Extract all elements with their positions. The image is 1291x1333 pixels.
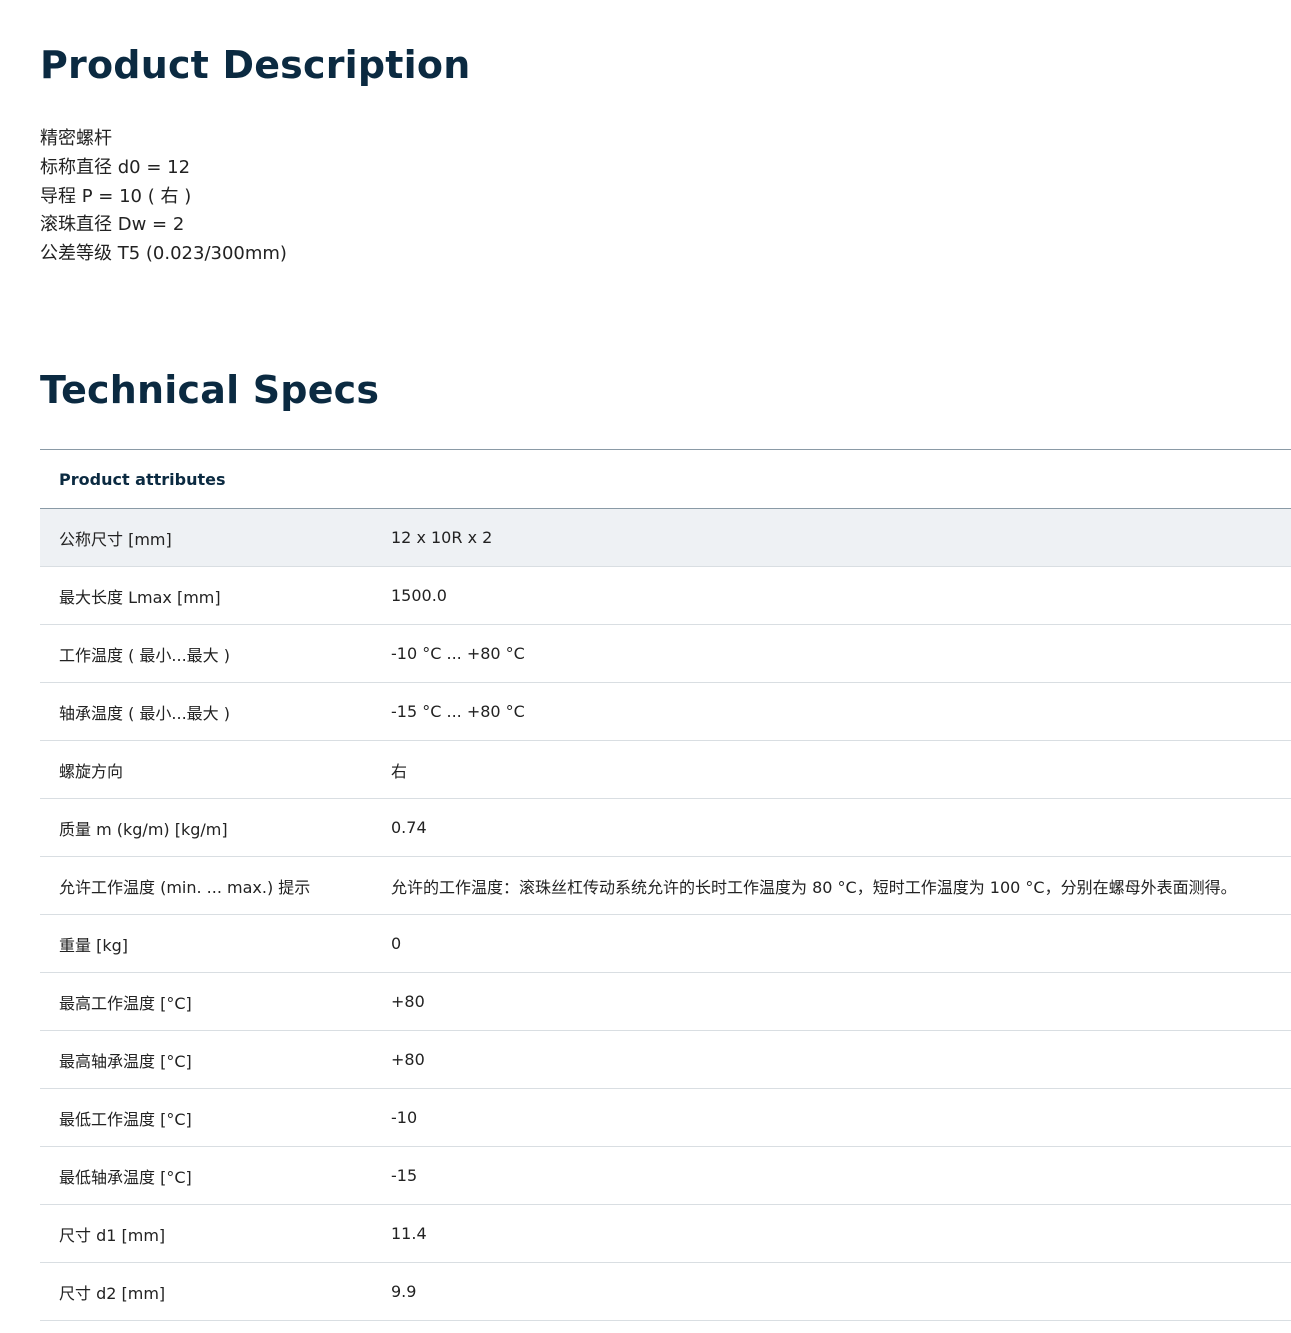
product-description-title: Product Description: [40, 43, 471, 87]
attribute-value: -10: [372, 1088, 1291, 1147]
attribute-name: 最低工作温度 [°C]: [40, 1088, 372, 1147]
attribute-name: 最高工作温度 [°C]: [40, 972, 372, 1031]
table-row: 允许工作温度 (min. ... max.) 提示 允许的工作温度：滚珠丝杠传动…: [40, 856, 1291, 915]
table-row: 公称尺寸 [mm] 12 x 10R x 2: [40, 508, 1291, 567]
attribute-value: +80: [372, 972, 1291, 1031]
attribute-name: 质量 m (kg/m) [kg/m]: [40, 798, 372, 857]
attribute-value: -15 °C ... +80 °C: [372, 682, 1291, 741]
attribute-value: 允许的工作温度：滚珠丝杠传动系统允许的长时工作温度为 80 °C，短时工作温度为…: [372, 856, 1291, 915]
table-row: 质量 m (kg/m) [kg/m] 0.74: [40, 798, 1291, 857]
table-row: 最低工作温度 [°C] -10: [40, 1088, 1291, 1147]
product-attributes-header: Product attributes: [40, 449, 1291, 509]
attribute-name: 公称尺寸 [mm]: [40, 508, 372, 567]
attribute-name: 允许工作温度 (min. ... max.) 提示: [40, 856, 372, 915]
attribute-name: 重量 [kg]: [40, 914, 372, 973]
table-row: 最高轴承温度 [°C] +80: [40, 1030, 1291, 1089]
description-line: 滚珠直径 Dw = 2: [40, 214, 185, 236]
attribute-value: 右: [372, 740, 1291, 799]
specs-table-header-row: Product attributes: [40, 449, 1291, 509]
table-row: 螺旋方向 右: [40, 740, 1291, 799]
attribute-value: 1500.0: [372, 566, 1291, 625]
specs-table: Product attributes 公称尺寸 [mm] 12 x 10R x …: [40, 449, 1291, 1321]
table-row: 最大长度 Lmax [mm] 1500.0: [40, 566, 1291, 625]
description-line: 精密螺杆: [40, 128, 112, 149]
table-row: 重量 [kg] 0: [40, 914, 1291, 973]
attribute-name: 尺寸 d1 [mm]: [40, 1204, 372, 1263]
technical-specs-title: Technical Specs: [40, 368, 380, 412]
attribute-value: 0: [372, 914, 1291, 973]
attribute-name: 轴承温度 ( 最小...最大 ): [40, 682, 372, 741]
table-row: 尺寸 d1 [mm] 11.4: [40, 1204, 1291, 1263]
description-line: 标称直径 d0 = 12: [40, 156, 191, 178]
description-line: 导程 P = 10 ( 右 ): [40, 185, 192, 207]
attribute-value: 9.9: [372, 1262, 1291, 1321]
table-row: 最高工作温度 [°C] +80: [40, 972, 1291, 1031]
table-row: 最低轴承温度 [°C] -15: [40, 1146, 1291, 1205]
product-description-lines: 精密螺杆 标称直径 d0 = 12 导程 P = 10 ( 右 ) 滚珠直径 D…: [40, 125, 287, 269]
attribute-value: -15: [372, 1146, 1291, 1205]
attribute-name: 工作温度 ( 最小...最大 ): [40, 624, 372, 683]
table-row: 工作温度 ( 最小...最大 ) -10 °C ... +80 °C: [40, 624, 1291, 683]
attribute-name: 最高轴承温度 [°C]: [40, 1030, 372, 1089]
product-page: Product Description 精密螺杆 标称直径 d0 = 12 导程…: [0, 0, 1291, 1333]
attribute-value: -10 °C ... +80 °C: [372, 624, 1291, 683]
attribute-name: 最低轴承温度 [°C]: [40, 1146, 372, 1205]
attribute-name: 最大长度 Lmax [mm]: [40, 566, 372, 625]
table-row: 轴承温度 ( 最小...最大 ) -15 °C ... +80 °C: [40, 682, 1291, 741]
attribute-value: 12 x 10R x 2: [372, 508, 1291, 567]
attribute-value: 0.74: [372, 798, 1291, 857]
description-line: 公差等级 T5 (0.023/300mm): [40, 243, 287, 265]
table-row: 尺寸 d2 [mm] 9.9: [40, 1262, 1291, 1321]
attribute-value: 11.4: [372, 1204, 1291, 1263]
attribute-name: 尺寸 d2 [mm]: [40, 1262, 372, 1321]
attribute-value: +80: [372, 1030, 1291, 1089]
attribute-name: 螺旋方向: [40, 740, 372, 799]
